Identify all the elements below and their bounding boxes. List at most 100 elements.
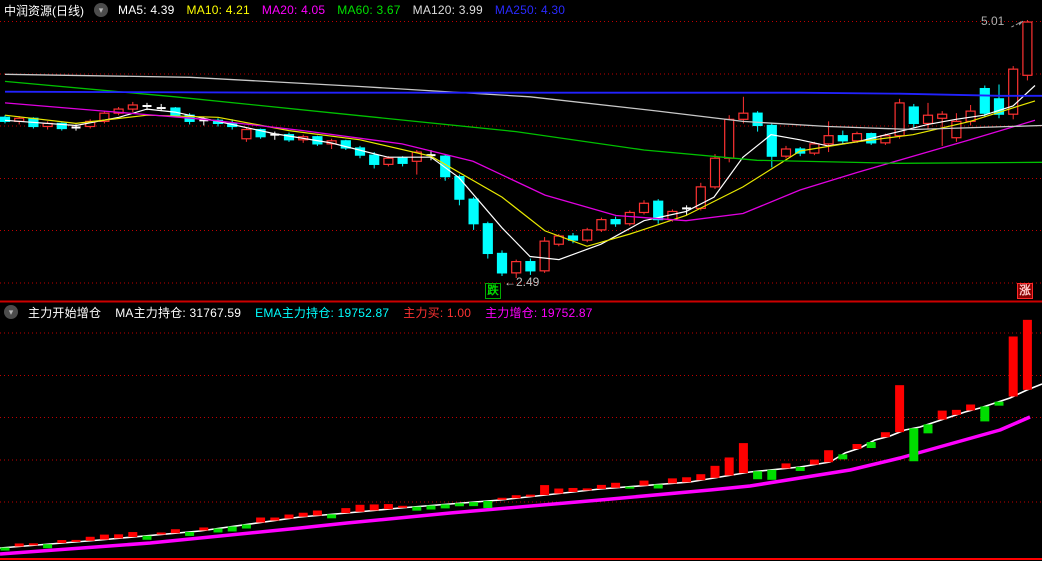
position-bar [355, 504, 365, 512]
ma-line-ma20 [4, 102, 1036, 222]
ma-value-label: MA120: 3.99 [412, 3, 483, 17]
position-bar [625, 486, 635, 489]
candle-body [624, 211, 635, 225]
collapse-sub-icon[interactable]: ▾ [4, 305, 18, 319]
position-bar [369, 504, 379, 511]
candle-body [880, 135, 891, 144]
position-bar [738, 443, 748, 474]
position-bar [341, 508, 351, 514]
ma-line-ma5 [4, 85, 1036, 261]
position-bar [667, 478, 677, 484]
position-bar [682, 477, 692, 483]
position-bar [213, 528, 223, 533]
position-bar [28, 543, 38, 546]
position-bar [653, 484, 663, 489]
candle-body [454, 176, 465, 200]
position-bar [270, 517, 280, 521]
position-bar [696, 474, 706, 481]
position-bar [994, 401, 1004, 406]
rise-tag: 涨 [1017, 283, 1033, 299]
position-bar [0, 547, 10, 551]
candle-body [908, 106, 919, 125]
candle-body [780, 148, 792, 157]
position-bar [554, 488, 564, 494]
position-bar [99, 534, 109, 540]
candle-body [738, 112, 749, 120]
candle-body [127, 104, 138, 110]
position-bar [596, 484, 606, 489]
ma-value-label: MA5: 4.39 [118, 3, 175, 17]
candle-body [1022, 21, 1033, 76]
candle-body [638, 202, 650, 214]
candle-body [766, 124, 777, 157]
position-bar [497, 497, 507, 500]
indicator-line [0, 383, 1042, 549]
position-bar [511, 495, 521, 499]
position-bar [256, 517, 266, 523]
indicator-value-label: EMA主力持仓: 19752.87 [255, 305, 390, 320]
low-price-label: ←2.49 [504, 275, 540, 289]
main-chart-header: 中润资源(日线) ▾ MA5: 4.39 MA10: 4.21 MA20: 4.05… [0, 0, 565, 20]
candle-body [596, 219, 607, 231]
position-bar [454, 503, 464, 507]
position-bar [767, 469, 777, 480]
position-bar [227, 526, 237, 532]
position-bar [824, 450, 834, 463]
candle-body [383, 157, 394, 165]
position-bar [199, 527, 209, 531]
candle-body [482, 223, 493, 255]
candle-body [979, 87, 990, 114]
ma-value-label: MA10: 4.21 [186, 3, 250, 17]
indicator-value-label: 主力买: 1.00 [403, 305, 472, 320]
candle-body [752, 112, 763, 127]
indicator-panel [0, 319, 1042, 556]
position-bar [241, 524, 251, 529]
stock-title: 中润资源(日线) [4, 3, 84, 18]
candlesticks [0, 20, 1033, 278]
position-bar [582, 488, 592, 491]
collapse-main-icon[interactable]: ▾ [94, 3, 108, 17]
position-bar [937, 410, 947, 420]
position-bar [170, 529, 180, 534]
candle-body [709, 157, 721, 188]
position-bar [128, 532, 138, 538]
indicator-value-label: 主力增仓: 19752.87 [485, 305, 593, 320]
position-bar [880, 432, 890, 438]
indicator-labels: 主力开始增仓 MA主力持仓: 31767.59 EMA主力持仓: 19752.87 主… [28, 304, 593, 321]
stock-chart-app: 中润资源(日线) ▾ MA5: 4.39 MA10: 4.21 MA20: 4.05… [0, 0, 1042, 561]
position-bar [568, 487, 578, 492]
position-bar [71, 539, 81, 542]
candle-body [241, 128, 252, 140]
position-bar [753, 471, 763, 480]
candle-body [823, 135, 834, 145]
position-bar [85, 536, 95, 541]
position-bar [909, 428, 919, 462]
position-bar [611, 482, 621, 488]
position-bar [895, 385, 905, 433]
position-bar [1008, 336, 1018, 397]
position-bar [383, 504, 393, 510]
position-bar [838, 454, 848, 460]
ma-value-label: MA20: 4.05 [261, 3, 326, 17]
position-bar [980, 406, 990, 422]
candle-body [837, 135, 848, 142]
position-bar [43, 544, 53, 549]
candle-body [724, 118, 735, 159]
position-bar [412, 506, 422, 511]
position-bar [483, 500, 493, 508]
position-bar [14, 543, 24, 547]
position-bar [469, 502, 479, 507]
position-bar [724, 457, 734, 476]
position-bar [866, 442, 876, 449]
indicator-value-label: MA主力持仓: 31767.59 [115, 305, 242, 320]
position-bar [142, 535, 152, 540]
ma-labels: MA5: 4.39 MA10: 4.21 MA20: 4.05 MA60: 3.67 M… [118, 3, 565, 17]
candle-body [496, 252, 508, 274]
position-bar [795, 466, 805, 471]
position-bar [398, 505, 408, 508]
position-bar [440, 504, 450, 509]
candle-body [539, 240, 550, 272]
position-bar [639, 480, 649, 486]
candle-body [369, 154, 380, 165]
candle-body [851, 133, 863, 142]
